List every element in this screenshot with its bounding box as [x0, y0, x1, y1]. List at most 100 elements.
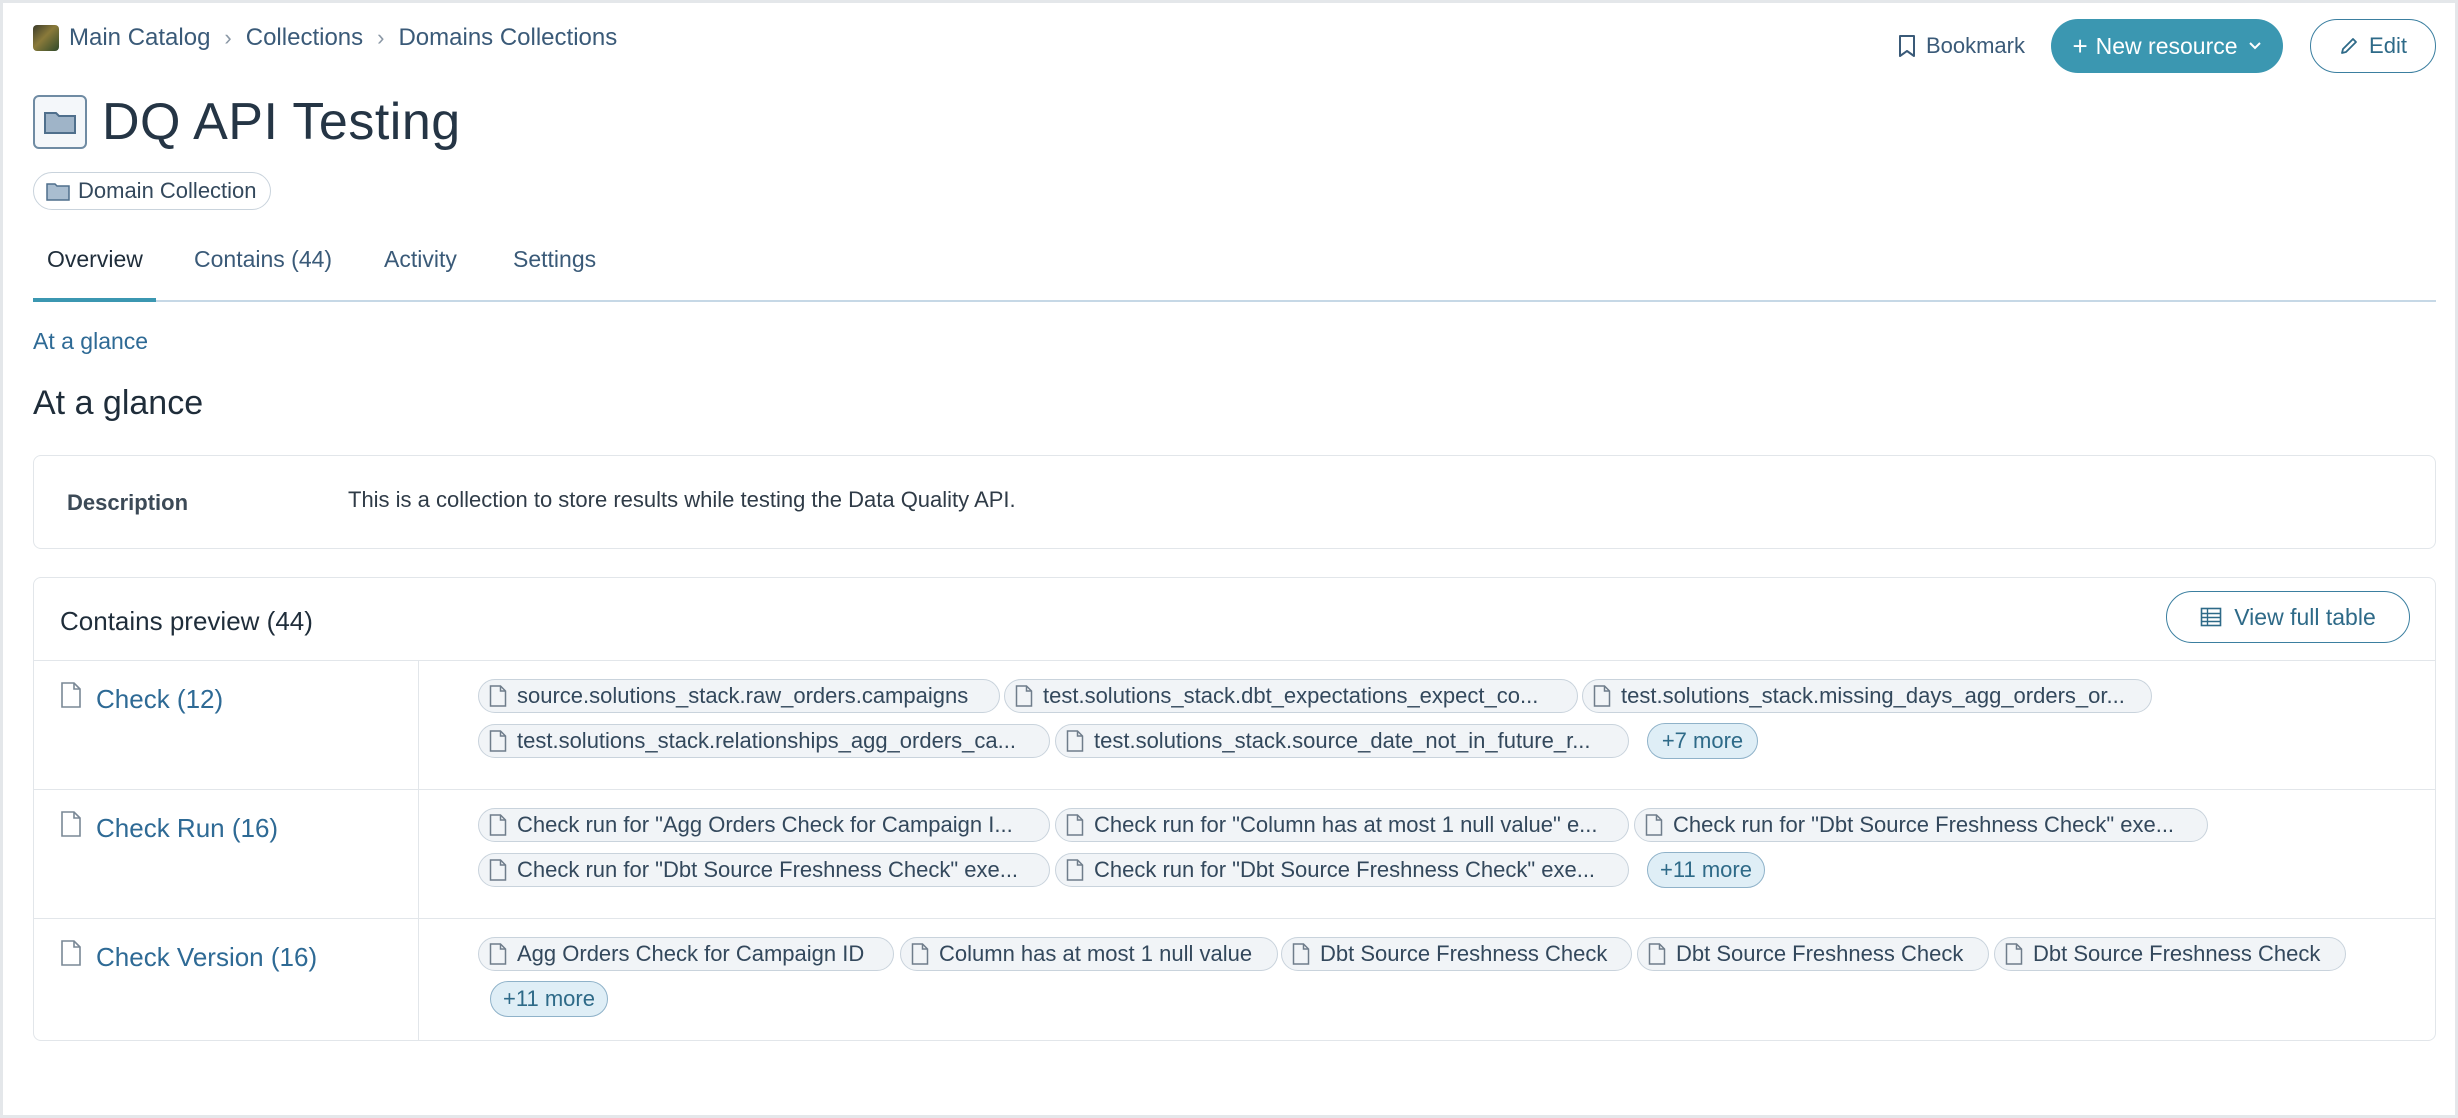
view-full-table-button[interactable]: View full table [2166, 591, 2410, 643]
bookmark-icon [1898, 35, 1915, 57]
resource-chip[interactable]: test.solutions_stack.source_date_not_in_… [1055, 724, 1629, 758]
title-row: DQ API Testing [33, 92, 461, 152]
chevron-right-icon: › [377, 25, 385, 50]
resource-chip-label: Column has at most 1 null value [939, 941, 1253, 966]
tab-activity[interactable]: Activity [384, 246, 457, 273]
resource-chip-label: Check run for "Dbt Source Freshness Chec… [517, 857, 1019, 882]
tab-bar: Overview Contains (44) Activity Settings [33, 232, 2436, 302]
resource-chip-label: Dbt Source Freshness Check [1676, 941, 1964, 966]
preview-type-link[interactable]: Check Run (16) [60, 809, 278, 844]
bookmark-label: Bookmark [1925, 33, 2025, 58]
breadcrumb-collections[interactable]: Collections [246, 24, 363, 52]
description-text: This is a collection to store results wh… [348, 487, 1016, 512]
resource-chip-label: Dbt Source Freshness Check [1320, 941, 1608, 966]
new-resource-label: New resource [2095, 32, 2238, 59]
show-more-button[interactable]: +7 more [1647, 723, 1758, 759]
chevron-down-icon [2248, 42, 2261, 50]
preview-type-link[interactable]: Check (12) [60, 680, 223, 715]
document-icon [1066, 859, 1084, 881]
document-icon [1645, 814, 1663, 836]
document-icon [61, 682, 81, 708]
resource-chip[interactable]: Agg Orders Check for Campaign ID [478, 937, 894, 971]
resource-chip-label: Agg Orders Check for Campaign ID [517, 941, 865, 966]
preview-row-check-run: Check Run (16) Check run for "Agg Orders… [34, 789, 2435, 919]
new-resource-button[interactable]: + New resource [2051, 19, 2283, 73]
plus-icon: + [2072, 30, 2088, 61]
preview-row-type-cell: Check (12) [34, 660, 419, 789]
preview-type-label: Check Version (16) [96, 942, 318, 972]
resource-chip-label: test.solutions_stack.missing_days_agg_or… [1621, 683, 2125, 708]
document-icon [1292, 943, 1310, 965]
document-icon [489, 943, 507, 965]
contains-preview-title: Contains preview (44) [60, 606, 313, 636]
resource-chip[interactable]: Check run for "Agg Orders Check for Camp… [478, 808, 1050, 842]
resource-chip[interactable]: source.solutions_stack.raw_orders.campai… [478, 679, 1000, 713]
resource-chip[interactable]: test.solutions_stack.dbt_expectations_ex… [1004, 679, 1578, 713]
document-icon [61, 940, 81, 966]
edit-button[interactable]: Edit [2310, 19, 2436, 73]
resource-chip[interactable]: test.solutions_stack.relationships_agg_o… [478, 724, 1050, 758]
pencil-icon [2341, 38, 2357, 54]
resource-chip-label: test.solutions_stack.dbt_expectations_ex… [1043, 683, 1539, 708]
document-icon [489, 685, 507, 707]
contains-preview-header: Contains preview (44) View full table [34, 578, 2435, 661]
document-icon [2005, 943, 2023, 965]
preview-row-check: Check (12) source.solutions_stack.raw_or… [34, 660, 2435, 790]
table-icon [2200, 607, 2222, 627]
resource-chip[interactable]: Column has at most 1 null value [900, 937, 1278, 971]
resource-chip-label: source.solutions_stack.raw_orders.campai… [517, 683, 969, 708]
tab-overview[interactable]: Overview [47, 246, 143, 273]
resource-chip[interactable]: Check run for "Dbt Source Freshness Chec… [1634, 808, 2208, 842]
resource-chip[interactable]: Check run for "Dbt Source Freshness Chec… [1055, 853, 1629, 887]
resource-chip[interactable]: Check run for "Column has at most 1 null… [1055, 808, 1629, 842]
breadcrumb-domains-collections[interactable]: Domains Collections [398, 24, 617, 52]
bookmark-button[interactable]: Bookmark [1898, 33, 2025, 59]
preview-row-type-cell: Check Run (16) [34, 789, 419, 918]
preview-row-type-cell: Check Version (16) [34, 918, 419, 1040]
resource-chip[interactable]: Check run for "Dbt Source Freshness Chec… [478, 853, 1050, 887]
document-icon [489, 814, 507, 836]
document-icon [1015, 685, 1033, 707]
header-actions: Bookmark + New resource Edit [1898, 19, 2436, 73]
view-full-table-label: View full table [2234, 603, 2376, 630]
tab-contains[interactable]: Contains (44) [194, 246, 332, 273]
document-icon [489, 730, 507, 752]
show-more-button[interactable]: +11 more [490, 981, 608, 1017]
contains-preview-card: Contains preview (44) View full table Ch… [33, 577, 2436, 1041]
document-icon [1648, 943, 1666, 965]
preview-type-link[interactable]: Check Version (16) [60, 938, 317, 973]
catalog-logo [33, 25, 59, 51]
description-card: Description This is a collection to stor… [33, 455, 2436, 549]
type-badge[interactable]: Domain Collection [33, 172, 271, 210]
tab-settings[interactable]: Settings [513, 246, 596, 273]
page-title: DQ API Testing [102, 93, 461, 151]
resource-chip-label: Check run for "Dbt Source Freshness Chec… [1094, 857, 1596, 882]
show-more-button[interactable]: +11 more [1647, 852, 1765, 888]
document-icon [1066, 730, 1084, 752]
document-icon [911, 943, 929, 965]
chevron-right-icon: › [224, 25, 232, 50]
breadcrumb: Main Catalog › Collections › Domains Col… [33, 24, 617, 52]
folder-icon [46, 183, 70, 201]
document-icon [61, 811, 81, 837]
resource-chip[interactable]: Dbt Source Freshness Check [1637, 937, 1989, 971]
resource-chip-label: test.solutions_stack.relationships_agg_o… [517, 728, 1016, 753]
type-badge-label: Domain Collection [78, 178, 257, 203]
breadcrumb-main-catalog[interactable]: Main Catalog [69, 24, 210, 52]
at-a-glance-anchor-link[interactable]: At a glance [33, 328, 148, 355]
folder-icon [33, 95, 87, 149]
description-label: Description [67, 490, 189, 515]
resource-chip-label: Check run for "Dbt Source Freshness Chec… [1673, 812, 2175, 837]
resource-chip[interactable]: Dbt Source Freshness Check [1994, 937, 2346, 971]
preview-type-label: Check Run (16) [96, 813, 279, 843]
resource-chip[interactable]: Dbt Source Freshness Check [1281, 937, 1632, 971]
resource-chip-label: Dbt Source Freshness Check [2033, 941, 2321, 966]
document-icon [1066, 814, 1084, 836]
resource-chip-label: Check run for "Column has at most 1 null… [1094, 812, 1598, 837]
document-icon [1593, 685, 1611, 707]
preview-row-check-version: Check Version (16) Agg Orders Check for … [34, 918, 2435, 1040]
resource-chip[interactable]: test.solutions_stack.missing_days_agg_or… [1582, 679, 2152, 713]
preview-type-label: Check (12) [96, 684, 224, 714]
active-tab-indicator [33, 298, 156, 302]
document-icon [489, 859, 507, 881]
